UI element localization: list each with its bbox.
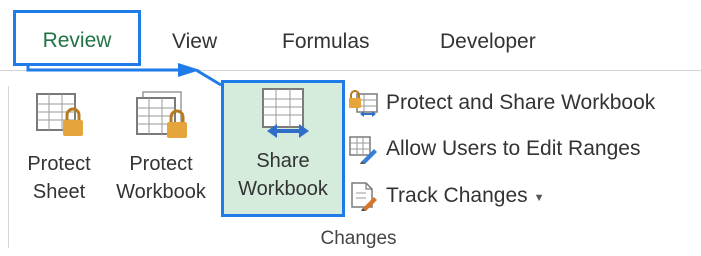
track-changes-button[interactable]: Track Changes ▼ [348,178,545,214]
track-changes-icon [348,181,378,211]
edit-ranges-icon [348,134,378,164]
tab-formulas[interactable]: Formulas [282,22,370,62]
share-workbook-button[interactable]: Share Workbook [221,80,345,217]
sheet-lock-icon [29,90,89,142]
tab-review[interactable]: Review [13,10,141,66]
protect-share-icon [348,88,378,118]
protect-workbook-label-2: Workbook [116,181,206,203]
track-changes-label: Track Changes [386,184,528,207]
protect-sheet-label-1: Protect [27,153,91,175]
group-label-changes: Changes [320,228,397,249]
ribbon-left-border [8,86,9,248]
share-workbook-icon [253,87,313,139]
allow-users-edit-ranges-button[interactable]: Allow Users to Edit Ranges [348,131,640,167]
tab-view[interactable]: View [172,22,217,62]
share-workbook-label-2: Workbook [238,178,328,200]
share-workbook-label-1: Share [256,150,310,172]
protect-workbook-label-1: Protect [129,153,193,175]
chevron-down-icon[interactable]: ▼ [534,192,545,204]
protect-sheet-button[interactable]: Protect Sheet [16,86,102,226]
tab-developer[interactable]: Developer [440,22,536,62]
protect-workbook-button[interactable]: Protect Workbook [104,86,218,226]
ribbon-tab-bar: Review View Formulas Developer [0,0,701,70]
ribbon-divider [0,70,701,71]
allow-users-edit-ranges-label: Allow Users to Edit Ranges [386,137,641,160]
protect-sheet-label-2: Sheet [32,181,86,203]
workbook-lock-icon [131,90,191,142]
protect-and-share-label: Protect and Share Workbook [386,91,656,114]
protect-and-share-button[interactable]: Protect and Share Workbook [348,85,655,121]
